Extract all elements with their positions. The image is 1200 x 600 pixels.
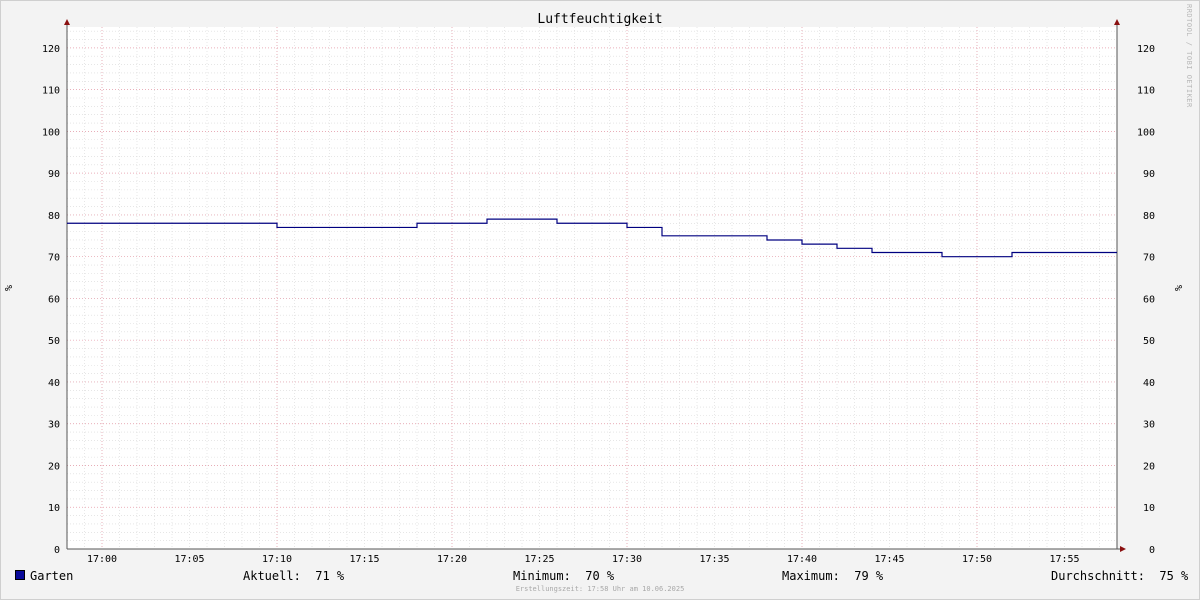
y-tick-label-right: 60: [1143, 294, 1155, 305]
y-tick-label-right: 110: [1137, 86, 1155, 97]
legend-average: Durchschnitt: 75 %: [1051, 569, 1188, 583]
y-tick-label-right: 20: [1143, 461, 1155, 472]
chart-title: Luftfeuchtigkeit: [537, 12, 662, 27]
y-tick-label-left: 20: [48, 461, 60, 472]
y-tick-label-right: 10: [1143, 503, 1155, 514]
y-tick-label-left: 40: [48, 378, 60, 389]
y-tick-label-left: 120: [42, 44, 60, 55]
y-tick-label-left: 50: [48, 336, 60, 347]
x-tick-label: 17:45: [874, 554, 904, 565]
y-tick-label-right: 30: [1143, 420, 1155, 431]
legend-minimum: Minimum: 70 %: [513, 569, 614, 583]
legend-current-value: 71 %: [315, 569, 345, 583]
y-tick-label-right: 70: [1143, 253, 1155, 264]
x-ticks: 17:00 17:05 17:10 17:15 17:20 17:25 17:30 17:35…: [87, 554, 1080, 565]
legend-min-label: Minimum:: [513, 569, 571, 583]
y-tick-label-left: 70: [48, 253, 60, 264]
x-tick-label: 17:05: [174, 554, 204, 565]
x-axis-arrow: [1120, 546, 1126, 552]
legend-swatch: [15, 570, 25, 580]
x-tick-label: 17:10: [262, 554, 292, 565]
y-axis-label-left: %: [4, 285, 15, 291]
x-tick-label: 17:00: [87, 554, 117, 565]
x-tick-label: 17:35: [699, 554, 729, 565]
watermark: RRDTOOL / TOBI OETIKER: [1185, 4, 1193, 108]
legend-current: Aktuell: 71 %: [243, 569, 344, 583]
y-ticks-left: 0 10 20 30 40 50 60 70 80 90 100 110 120: [42, 44, 60, 556]
x-tick-label: 17:25: [524, 554, 554, 565]
chart: 0 10 20 30 40 50 60 70 80 90 100 110 120 0 10 20 30 40 50…: [4, 12, 1185, 565]
legend-avg-label: Durchschnitt:: [1051, 569, 1145, 583]
y-tick-label-right: 0: [1149, 545, 1155, 556]
y-tick-label-left: 10: [48, 503, 60, 514]
y-tick-label-left: 30: [48, 420, 60, 431]
y-tick-label-right: 90: [1143, 169, 1155, 180]
y-ticks-right: 0 10 20 30 40 50 60 70 80 90 100 110 120: [1137, 44, 1155, 556]
y-tick-label-right: 40: [1143, 378, 1155, 389]
x-tick-label: 17:55: [1049, 554, 1079, 565]
y-axis-arrow-right: [1114, 19, 1120, 25]
y-tick-label-left: 90: [48, 169, 60, 180]
y-tick-label-right: 50: [1143, 336, 1155, 347]
legend-maximum: Maximum: 79 %: [782, 569, 883, 583]
x-tick-label: 17:40: [787, 554, 817, 565]
y-tick-label-right: 80: [1143, 211, 1155, 222]
y-tick-label-left: 110: [42, 86, 60, 97]
legend-max-value: 79 %: [854, 569, 884, 583]
y-axis-arrow-left: [64, 19, 70, 25]
creation-time-footer: Erstellungszeit: 17:58 Uhr am 10.06.2025: [515, 585, 685, 593]
y-tick-label-right: 100: [1137, 127, 1155, 138]
x-tick-label: 17:50: [962, 554, 992, 565]
x-tick-label: 17:30: [612, 554, 642, 565]
legend-max-label: Maximum:: [782, 569, 840, 583]
legend-min-value: 70 %: [585, 569, 615, 583]
y-tick-label-left: 80: [48, 211, 60, 222]
y-tick-label-left: 0: [54, 545, 60, 556]
legend-avg-value: 75 %: [1159, 569, 1189, 583]
legend-series-name: Garten: [30, 569, 74, 583]
legend-current-label: Aktuell:: [243, 569, 301, 583]
y-tick-label-left: 60: [48, 294, 60, 305]
y-axis-label-right: %: [1174, 285, 1185, 291]
x-tick-label: 17:20: [437, 554, 467, 565]
y-tick-label-left: 100: [42, 127, 60, 138]
y-tick-label-right: 120: [1137, 44, 1155, 55]
x-tick-label: 17:15: [349, 554, 379, 565]
